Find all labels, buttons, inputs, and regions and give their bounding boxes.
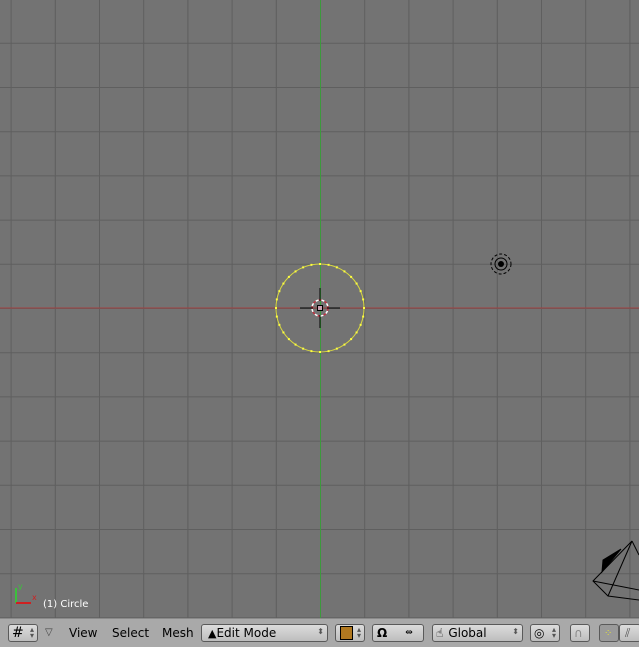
viewport-canvas[interactable]: y x [0,0,639,618]
3d-viewport[interactable]: y x (1) Circle [0,0,639,618]
editor-type-button[interactable]: # ▴ ▾ [8,624,38,642]
mesh-vertex[interactable] [287,338,290,341]
mesh-vertex[interactable] [350,275,353,278]
mesh-vertex[interactable] [335,266,338,269]
mesh-vertex[interactable] [359,323,362,326]
mesh-vertex[interactable] [310,263,313,266]
mode-select[interactable]: ▲ Edit Mode ⬍ [201,624,328,642]
mesh-vertex[interactable] [287,275,290,278]
orientation-label: Global [448,626,487,640]
pivot-icon: Ω [377,626,388,640]
mesh-vertex[interactable] [350,338,353,341]
mesh-vertex[interactable] [278,290,281,293]
snap-magnet-icon: ∩ [574,626,583,640]
snap-button[interactable]: ∩ [570,624,590,642]
menu-select[interactable]: Select [112,626,149,640]
3d-view-header: # ▴ ▾ ▽ View Select Mesh ▲ Edit Mode ⬍ ▴ ▾ Ω… [0,618,639,647]
proportional-edit-icon: ◎ [534,626,545,640]
mesh-vertex[interactable] [275,315,278,318]
mesh-vertex[interactable] [302,347,305,350]
y-axis-label: y [18,582,23,591]
mesh-vertex[interactable] [275,307,277,309]
draw-type-button[interactable]: ▴ ▾ [335,624,365,642]
collapse-menu-icon[interactable]: ▽ [45,627,53,638]
active-object-label: (1) Circle [43,599,89,610]
axis-widget: y x [15,582,37,604]
hand-manipulator-icon[interactable]: ☝ [436,626,443,640]
mesh-vertex[interactable] [302,266,305,269]
menu-mesh[interactable]: Mesh [162,626,194,640]
mode-label: Edit Mode [216,626,277,640]
camera-icon[interactable] [592,540,639,601]
mesh-vertex[interactable] [310,350,313,353]
mesh-vertex[interactable] [355,282,358,285]
orientation-select[interactable]: ☝ Global ⬍ [432,624,523,642]
mesh-vertex[interactable] [275,298,278,301]
mesh-vertex[interactable] [335,347,338,350]
mesh-vertex[interactable] [278,323,281,326]
draw-type-icon [340,626,353,640]
edit-mode-icon: ▲ [208,626,217,640]
grid-icon: # [12,625,24,641]
x-axis-label: x [32,593,37,602]
proportional-edit-button[interactable]: ◎ ▴ ▾ [530,624,560,642]
mesh-vertex[interactable] [343,343,346,346]
mesh-vertex[interactable] [319,263,321,265]
mesh-vertex[interactable] [282,282,285,285]
mesh-vertex[interactable] [282,331,285,334]
menu-view[interactable]: View [69,626,97,640]
mesh-vertex[interactable] [294,343,297,346]
edge-select-button[interactable]: ⫽ [619,624,639,642]
mesh-vertex[interactable] [319,351,321,353]
pivot-button[interactable]: Ω ⇹ [372,624,424,642]
mesh-vertex[interactable] [327,263,330,266]
edge-select-icon: ⫽ [625,625,631,640]
mesh-vertex[interactable] [294,270,297,273]
vertex-select-icon: ⁘ [604,627,613,639]
mesh-vertex[interactable] [327,350,330,353]
layers-icon[interactable]: ⇹ [405,628,413,638]
mesh-vertex[interactable] [343,270,346,273]
mesh-vertex[interactable] [359,290,362,293]
mesh-vertex[interactable] [363,307,365,309]
mesh-vertex[interactable] [355,331,358,334]
mesh-vertex[interactable] [362,315,365,318]
vertex-select-button[interactable]: ⁘ [599,624,619,642]
3d-cursor-icon [300,288,340,328]
mesh-vertex[interactable] [362,298,365,301]
